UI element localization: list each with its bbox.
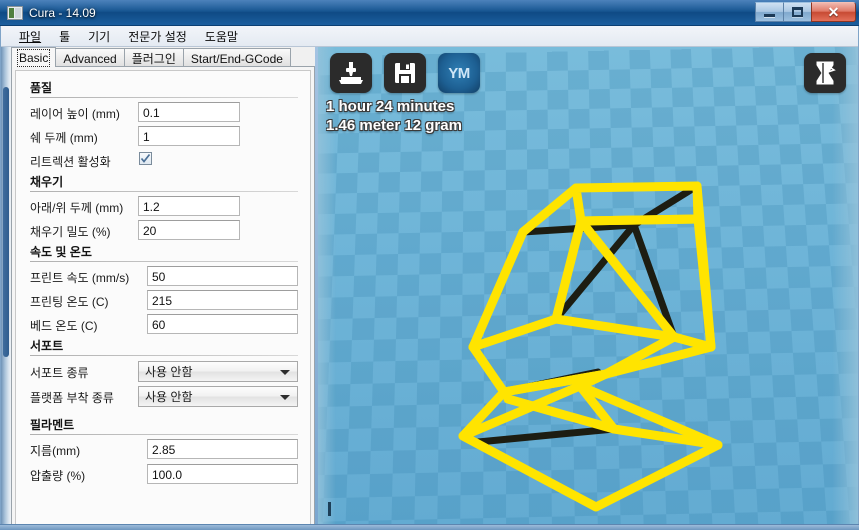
label-fill-density: 채우기 밀도 (%)	[30, 223, 111, 240]
group-rule-support	[30, 355, 298, 356]
combo-support-type-value: 사용 안함	[145, 363, 193, 380]
input-diameter[interactable]: 2.85	[147, 439, 298, 459]
model-viewport-frame: YM 1 hour 24 minutes 1.46 meter 12 gram	[318, 47, 858, 524]
checkbox-enable-retraction[interactable]	[139, 152, 152, 165]
group-rule-quality	[30, 97, 298, 98]
menu-item-file[interactable]: 파일	[10, 27, 50, 46]
label-enable-retraction: 리트렉션 활성화	[30, 153, 111, 170]
settings-panel-inner: 품질 레이어 높이 (mm) 0.1 쉐 두께 (mm) 1 리트렉션 활성화 …	[15, 70, 311, 525]
title-bar: Cura - 14.09 ✕	[0, 0, 859, 26]
save-gcode-icon[interactable]	[384, 53, 426, 93]
menu-item-expert[interactable]: 전문가 설정	[119, 27, 196, 46]
chevron-down-icon	[280, 395, 290, 400]
input-fill-density[interactable]: 20	[138, 220, 240, 240]
maximize-icon	[792, 7, 803, 17]
print-material: 1.46 meter 12 gram	[326, 116, 462, 135]
label-print-speed: 프린트 속도 (mm/s)	[30, 269, 129, 286]
group-title-support: 서포트	[30, 337, 63, 354]
input-layer-height[interactable]: 0.1	[138, 102, 240, 122]
viewport-right-fade	[832, 47, 858, 524]
tab-plugins[interactable]: 플러그인	[124, 48, 184, 67]
layer-view-icon[interactable]	[804, 53, 846, 93]
maximize-button[interactable]	[783, 2, 812, 22]
chevron-down-icon	[280, 370, 290, 375]
printer-glyph	[338, 61, 364, 85]
youmagine-icon[interactable]: YM	[438, 53, 480, 93]
minimize-button[interactable]	[755, 2, 784, 22]
input-bed-temperature[interactable]: 60	[147, 314, 298, 334]
model-viewport[interactable]: YM 1 hour 24 minutes 1.46 meter 12 gram	[318, 47, 858, 524]
tab-basic[interactable]: Basic	[11, 47, 56, 67]
close-icon: ✕	[828, 5, 840, 19]
hourglass-layers-glyph	[812, 60, 838, 86]
label-layer-height: 레이어 높이 (mm)	[30, 105, 120, 122]
window-title: Cura - 14.09	[29, 6, 96, 20]
combo-platform-adhesion-type[interactable]: 사용 안함	[138, 386, 298, 407]
menu-bar: 파일 툴 기기 전문가 설정 도움말	[1, 26, 858, 47]
input-print-speed[interactable]: 50	[147, 266, 298, 286]
print-time: 1 hour 24 minutes	[326, 97, 462, 116]
settings-panel-body: 품질 레이어 높이 (mm) 0.1 쉐 두께 (mm) 1 리트렉션 활성화 …	[11, 66, 315, 528]
label-bed-temperature: 베드 온도 (C)	[30, 317, 98, 334]
input-flow[interactable]: 100.0	[147, 464, 298, 484]
cura-app-icon	[7, 6, 23, 20]
window-controls: ✕	[756, 1, 856, 22]
menu-item-machine[interactable]: 기기	[79, 27, 119, 46]
viewport-toolbar: YM	[330, 53, 480, 93]
combo-platform-adhesion-value: 사용 안함	[145, 388, 193, 405]
close-button[interactable]: ✕	[811, 2, 856, 22]
check-icon	[140, 153, 151, 164]
label-bottom-top-thickness: 아래/위 두께 (mm)	[30, 199, 123, 216]
tab-advanced[interactable]: Advanced	[55, 48, 124, 67]
menu-item-help[interactable]: 도움말	[196, 27, 247, 46]
input-bottom-top-thickness[interactable]: 1.2	[138, 196, 240, 216]
input-shell-thickness[interactable]: 1	[138, 126, 240, 146]
label-printing-temperature: 프린팅 온도 (C)	[30, 293, 109, 310]
menu-item-tools[interactable]: 툴	[50, 27, 79, 46]
tab-start-end-gcode[interactable]: Start/End-GCode	[183, 48, 291, 67]
group-title-fill: 채우기	[30, 173, 63, 190]
floppy-disk-glyph	[393, 61, 417, 85]
settings-pane: Basic Advanced 플러그인 Start/End-GCode 품질 레…	[1, 47, 315, 528]
window-border-bottom	[0, 524, 859, 530]
combo-support-type[interactable]: 사용 안함	[138, 361, 298, 382]
title-bar-gloss	[0, 0, 859, 12]
youmagine-label: YM	[448, 65, 470, 82]
print-info: 1 hour 24 minutes 1.46 meter 12 gram	[326, 97, 462, 135]
group-rule-fill	[30, 191, 298, 192]
label-platform-adhesion-type: 플랫폼 부착 종류	[30, 389, 114, 406]
viewport-caret	[328, 502, 331, 516]
label-support-type: 서포트 종류	[30, 364, 89, 381]
group-title-filament: 필라멘트	[30, 416, 74, 433]
input-printing-temperature[interactable]: 215	[147, 290, 298, 310]
label-flow: 압출량 (%)	[30, 467, 85, 484]
label-shell-thickness: 쉐 두께 (mm)	[30, 129, 98, 146]
settings-scrollbar[interactable]	[1, 47, 11, 528]
load-model-icon[interactable]	[330, 53, 372, 93]
settings-tab-strip: Basic Advanced 플러그인 Start/End-GCode	[11, 47, 315, 67]
window-border-left	[0, 26, 1, 530]
group-title-quality: 품질	[30, 79, 52, 96]
label-diameter: 지름(mm)	[30, 442, 80, 459]
group-title-speed-temp: 속도 및 온도	[30, 243, 92, 260]
cura-main-window: Cura - 14.09 ✕ 파일 툴 기기 전문가 설정 도움말 Basic …	[0, 0, 859, 530]
group-rule-filament	[30, 434, 298, 435]
group-rule-speed-temp	[30, 261, 298, 262]
minimize-icon	[764, 14, 775, 17]
